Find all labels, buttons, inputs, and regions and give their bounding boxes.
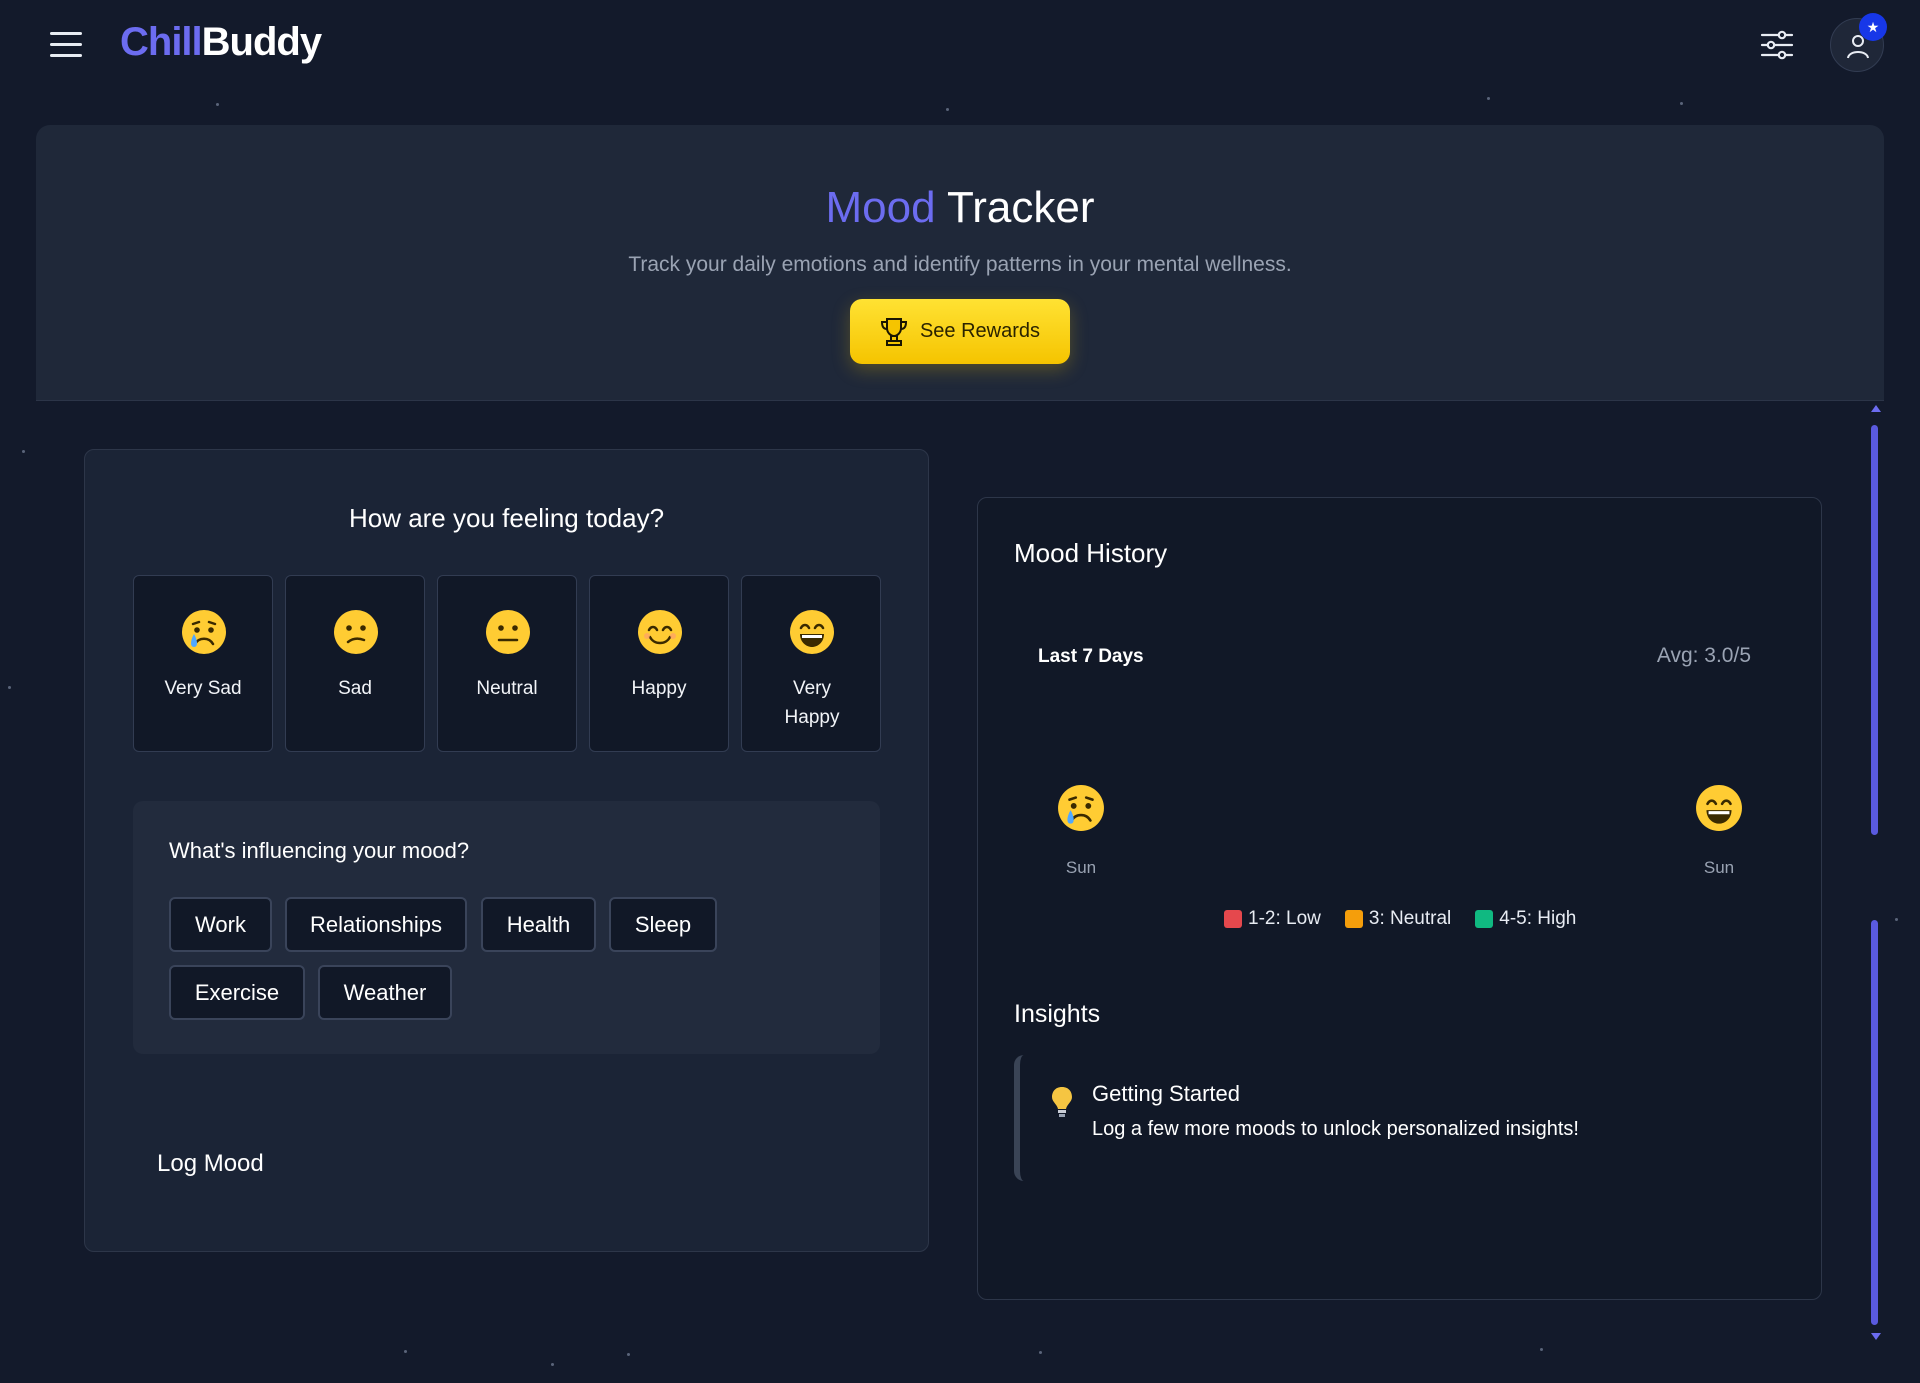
page-subtitle: Track your daily emotions and identify p… — [628, 253, 1292, 276]
trophy-icon — [880, 317, 907, 346]
legend-item-high: 4-5: High — [1475, 908, 1576, 930]
mood-option-neutral[interactable]: Neutral — [437, 575, 577, 752]
profile-button[interactable]: ★ — [1830, 13, 1887, 72]
top-bar: ChillBuddy ★ — [0, 0, 1920, 90]
star-dot — [404, 1350, 407, 1353]
history-average: Avg: 3.0/5 — [1656, 644, 1751, 667]
legend-swatch — [1224, 910, 1242, 928]
star-dot — [1487, 97, 1490, 100]
insights-title: Insights — [1014, 1000, 1101, 1028]
factor-tag-work[interactable]: Work — [169, 897, 272, 952]
star-dot — [1540, 1348, 1543, 1351]
grinning-face-icon — [1696, 785, 1742, 831]
scroll-up-arrow-icon[interactable] — [1871, 405, 1881, 412]
star-dot — [8, 686, 11, 689]
star-dot — [946, 108, 949, 111]
history-day-label: Sun — [1065, 858, 1097, 877]
scroll-down-arrow-icon[interactable] — [1871, 1333, 1881, 1340]
sliders-icon[interactable] — [1760, 28, 1794, 62]
log-mood-button[interactable]: Log Mood — [157, 1150, 264, 1178]
mood-option-label: Very Happy — [784, 678, 840, 728]
factor-tag-sleep[interactable]: Sleep — [609, 897, 717, 952]
legend-item-neutral: 3: Neutral — [1344, 908, 1452, 930]
hero-section: Mood Tracker Track your daily emotions a… — [36, 125, 1884, 401]
star-dot — [1039, 1351, 1042, 1354]
crying-face-icon — [1058, 785, 1104, 831]
history-day-label: Sun — [1703, 858, 1735, 877]
factor-tag-exercise[interactable]: Exercise — [169, 965, 305, 1020]
smiling-face-icon — [638, 610, 682, 654]
mood-option-very-sad[interactable]: Very Sad — [133, 575, 273, 752]
lightbulb-icon — [1052, 1087, 1072, 1117]
hamburger-icon[interactable] — [50, 32, 82, 58]
mood-option-label: Very Sad — [164, 678, 242, 699]
mood-option-sad[interactable]: Sad — [285, 575, 425, 752]
mood-entry-card: How are you feeling today? Very Sad Sad — [84, 449, 929, 1252]
legend-swatch — [1344, 910, 1363, 928]
logo-text-chill: Chill — [120, 20, 203, 64]
crying-face-icon — [182, 610, 226, 654]
star-dot — [627, 1353, 630, 1356]
star-dot — [216, 103, 219, 106]
history-range-label: Last 7 Days — [1038, 646, 1144, 667]
mood-option-happy[interactable]: Happy — [589, 575, 729, 752]
app-logo[interactable]: ChillBuddy — [120, 20, 322, 65]
confused-face-icon — [334, 610, 378, 654]
insight-card: Getting Started Log a few more moods to … — [1014, 1055, 1579, 1181]
factor-tag-weather[interactable]: Weather — [318, 965, 452, 1020]
factor-tag-relationships[interactable]: Relationships — [285, 897, 467, 952]
mood-option-label: Happy — [631, 678, 687, 699]
legend-swatch — [1475, 910, 1494, 928]
mood-option-very-happy[interactable]: Very Happy — [741, 575, 881, 752]
mood-option-label: Sad — [338, 678, 372, 699]
insight-text: Log a few more moods to unlock personali… — [1092, 1118, 1579, 1140]
scroll-thumb[interactable] — [1871, 920, 1878, 1325]
insight-title: Getting Started — [1092, 1081, 1240, 1106]
scroll-thumb[interactable] — [1871, 425, 1878, 835]
mood-factors-panel: What's influencing your mood? Work Relat… — [133, 801, 880, 1054]
star-dot — [1895, 918, 1898, 921]
star-dot — [551, 1363, 554, 1366]
star-icon: ★ — [1859, 13, 1887, 41]
mood-option-label: Neutral — [476, 678, 538, 699]
legend-item-low: 1-2: Low — [1224, 908, 1321, 930]
history-title: Mood History — [1014, 538, 1168, 568]
legend-label: 4-5: High — [1499, 908, 1577, 929]
see-rewards-button[interactable]: See Rewards — [850, 299, 1070, 364]
mood-legend: 1-2: Low 3: Neutral 4-5: High — [1224, 908, 1576, 930]
mood-question: How are you feeling today? — [348, 503, 665, 533]
title-rest: Tracker — [947, 183, 1095, 232]
mood-history-card: Mood History Last 7 Days Avg: 3.0/5 Sun … — [977, 497, 1822, 1300]
title-accent: Mood — [825, 183, 936, 232]
grinning-face-icon — [790, 610, 834, 654]
see-rewards-label: See Rewards — [919, 320, 1041, 342]
scrollbar[interactable] — [1868, 405, 1882, 1345]
star-dot — [22, 450, 25, 453]
legend-label: 3: Neutral — [1368, 908, 1452, 929]
legend-label: 1-2: Low — [1248, 908, 1321, 929]
page-title: Mood Tracker — [36, 183, 1884, 233]
factor-tag-health[interactable]: Health — [481, 897, 596, 952]
logo-text-buddy: Buddy — [201, 20, 322, 64]
neutral-face-icon — [486, 610, 530, 654]
factors-title: What's influencing your mood? — [169, 838, 470, 863]
star-dot — [1680, 102, 1683, 105]
